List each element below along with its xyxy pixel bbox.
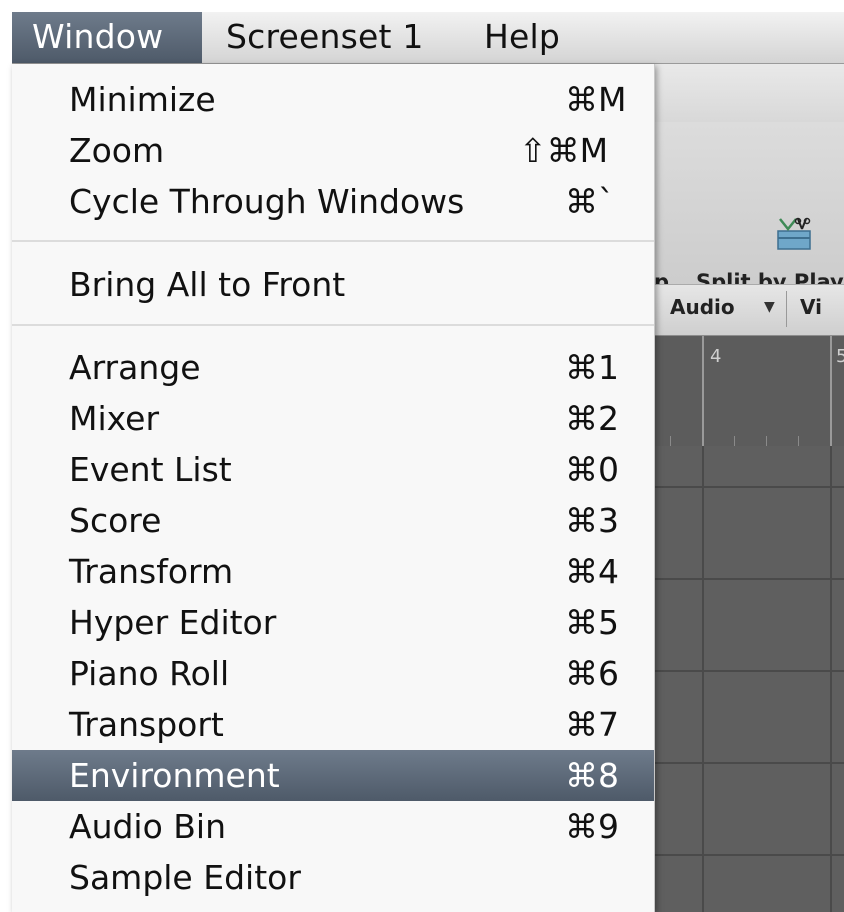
menu-item-transform[interactable]: Transform ⌘4 — [12, 546, 654, 597]
menu-item-transport[interactable]: Transport ⌘7 — [12, 699, 654, 750]
menu-screenset[interactable]: Screenset 1 — [226, 12, 424, 63]
menu-item-label: Mixer — [69, 399, 160, 438]
shortcut-label: ⌘7 — [565, 705, 619, 744]
menu-item-zoom[interactable]: Zoom ⇧⌘M — [12, 125, 654, 176]
window-menu-dropdown: Minimize ⌘M Zoom ⇧⌘M Cycle Through Windo… — [12, 64, 655, 912]
local-menu-bar: Audio ▼ Vi — [652, 284, 844, 336]
menu-help[interactable]: Help — [484, 12, 560, 63]
shortcut-label: ⌘1 — [565, 348, 619, 387]
menu-item-label: Minimize — [69, 80, 216, 119]
shortcut-label: ⌘8 — [565, 756, 619, 795]
shortcut-label: ⌘0 — [565, 450, 619, 489]
menu-item-label: Hyper Editor — [69, 603, 277, 642]
menu-item-label: Score — [69, 501, 162, 540]
shortcut-label: ⌘5 — [565, 603, 619, 642]
window-title-bar — [652, 64, 844, 123]
menu-item-score[interactable]: Score ⌘3 — [12, 495, 654, 546]
menu-window[interactable]: Window — [12, 12, 202, 63]
shortcut-label: ⇧⌘M — [519, 131, 609, 170]
menu-item-label: Event List — [69, 450, 232, 489]
menu-separator — [12, 240, 654, 242]
menu-item-piano-roll[interactable]: Piano Roll ⌘6 — [12, 648, 654, 699]
shortcut-label: ⌘6 — [565, 654, 619, 693]
menu-item-label: Cycle Through Windows — [69, 182, 465, 221]
menu-item-label: Zoom — [69, 131, 165, 170]
shortcut-label: ⌘4 — [565, 552, 619, 591]
shortcut-label: ⌘M — [565, 80, 627, 119]
menu-item-sample-editor[interactable]: Sample Editor — [12, 852, 654, 903]
menu-item-label: Audio Bin — [69, 807, 227, 846]
shortcut-label: ⌘` — [565, 182, 615, 221]
arrange-window-background: p Split by Play Audio ▼ Vi 4 5 — [652, 64, 844, 912]
menu-item-minimize[interactable]: Minimize ⌘M — [12, 74, 654, 125]
menu-item-event-list[interactable]: Event List ⌘0 — [12, 444, 654, 495]
menu-item-audio-bin[interactable]: Audio Bin ⌘9 — [12, 801, 654, 852]
ruler-tick — [734, 436, 735, 446]
menu-bar: Window Screenset 1 Help — [12, 12, 844, 64]
menu-item-environment[interactable]: Environment ⌘8 — [12, 750, 654, 801]
bar-line — [830, 336, 832, 446]
menu-item-label: Sample Editor — [69, 858, 301, 897]
shortcut-label: ⌘2 — [565, 399, 619, 438]
bar-number: 5 — [836, 346, 844, 367]
ruler-tick — [670, 436, 671, 446]
shortcut-label: ⌘3 — [565, 501, 619, 540]
scissors-split-icon[interactable] — [776, 217, 812, 251]
menu-item-arrange[interactable]: Arrange ⌘1 — [12, 342, 654, 393]
shortcut-label: ⌘9 — [565, 807, 619, 846]
menu-item-label: Bring All to Front — [69, 265, 346, 304]
menu-item-label: Arrange — [69, 348, 201, 387]
menu-item-label: Transport — [69, 705, 224, 744]
menu-item-hyper-editor[interactable]: Hyper Editor ⌘5 — [12, 597, 654, 648]
menu-item-label: Transform — [69, 552, 234, 591]
chevron-down-icon[interactable]: ▼ — [764, 299, 775, 315]
menu-item-cycle-through-windows[interactable]: Cycle Through Windows ⌘` — [12, 176, 654, 227]
menu-item-label: Environment — [69, 756, 280, 795]
arrange-area[interactable] — [652, 446, 844, 912]
menu-item-mixer[interactable]: Mixer ⌘2 — [12, 393, 654, 444]
bar-line — [702, 336, 704, 446]
menu-item-bring-all-to-front[interactable]: Bring All to Front — [12, 259, 654, 310]
divider — [786, 291, 787, 327]
view-menu[interactable]: Vi — [800, 295, 822, 319]
ruler-tick — [798, 436, 799, 446]
ruler-tick — [766, 436, 767, 446]
menu-separator — [12, 324, 654, 326]
bar-number: 4 — [710, 346, 722, 367]
bar-ruler[interactable]: 4 5 — [652, 336, 844, 447]
menu-item-label: Piano Roll — [69, 654, 230, 693]
audio-menu[interactable]: Audio — [670, 295, 735, 319]
